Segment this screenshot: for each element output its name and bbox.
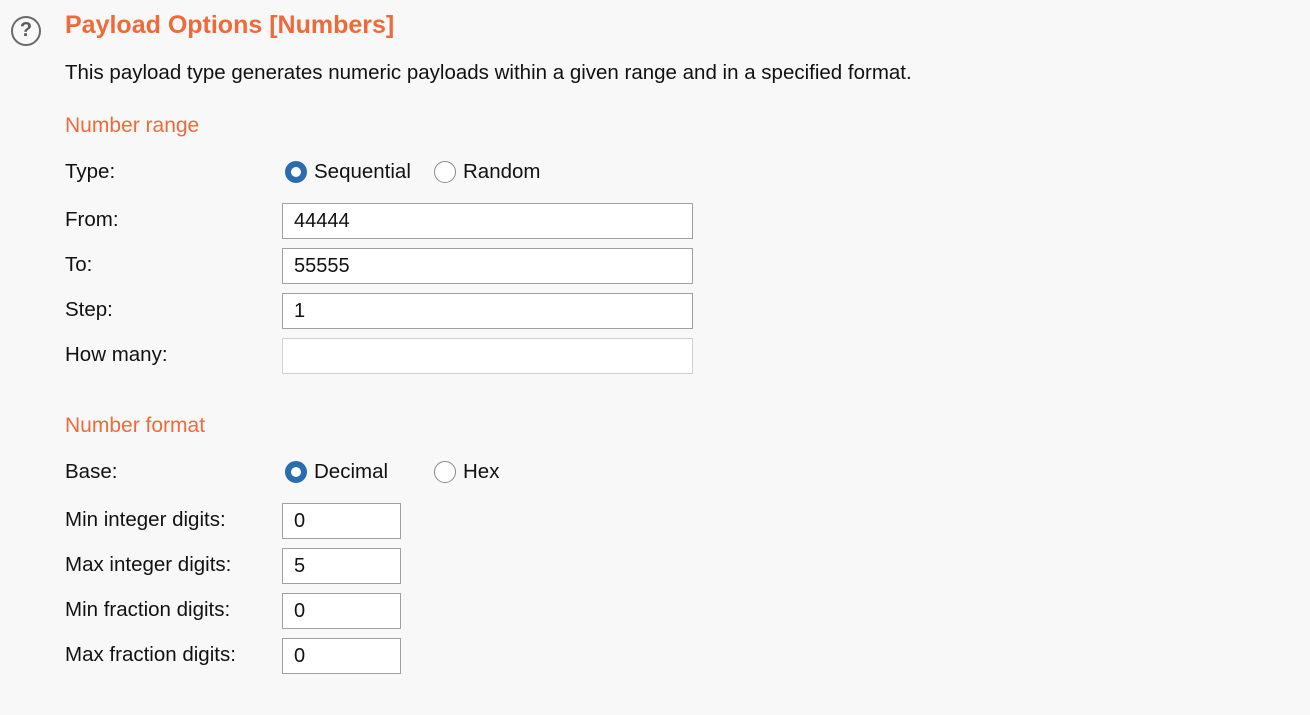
sequential-radio[interactable]	[285, 161, 307, 183]
step-input[interactable]	[282, 293, 693, 329]
number-range-heading: Number range	[65, 114, 200, 137]
decimal-radio[interactable]	[285, 461, 307, 483]
from-label: From:	[65, 208, 119, 231]
sequential-radio-label: Sequential	[314, 160, 411, 183]
random-radio-label: Random	[463, 160, 541, 183]
to-input[interactable]	[282, 248, 693, 284]
base-hex-option[interactable]: Hex	[434, 460, 499, 484]
section-title: Payload Options [Numbers]	[65, 11, 395, 39]
hex-radio-label: Hex	[463, 460, 500, 483]
base-decimal-option[interactable]: Decimal	[285, 460, 388, 484]
min-fraction-digits-label: Min fraction digits:	[65, 598, 231, 621]
random-radio[interactable]	[434, 161, 456, 183]
max-fraction-digits-input[interactable]	[282, 638, 401, 674]
number-format-heading: Number format	[65, 414, 206, 437]
type-label: Type:	[65, 160, 116, 183]
from-input[interactable]	[282, 203, 693, 239]
to-label: To:	[65, 253, 93, 276]
base-label: Base:	[65, 460, 118, 483]
payload-options-panel: ? Payload Options [Numbers] This payload…	[0, 0, 1310, 715]
how-many-input[interactable]	[282, 338, 693, 374]
how-many-label: How many:	[65, 343, 168, 366]
max-fraction-digits-label: Max fraction digits:	[65, 643, 236, 666]
help-icon[interactable]: ?	[11, 16, 41, 46]
min-integer-digits-input[interactable]	[282, 503, 401, 539]
min-fraction-digits-input[interactable]	[282, 593, 401, 629]
step-label: Step:	[65, 298, 113, 321]
decimal-radio-label: Decimal	[314, 460, 389, 483]
type-sequential-option[interactable]: Sequential	[285, 160, 411, 184]
max-integer-digits-label: Max integer digits:	[65, 553, 232, 576]
max-integer-digits-input[interactable]	[282, 548, 401, 584]
section-description: This payload type generates numeric payl…	[65, 61, 912, 84]
hex-radio[interactable]	[434, 461, 456, 483]
type-random-option[interactable]: Random	[434, 160, 541, 184]
min-integer-digits-label: Min integer digits:	[65, 508, 226, 531]
